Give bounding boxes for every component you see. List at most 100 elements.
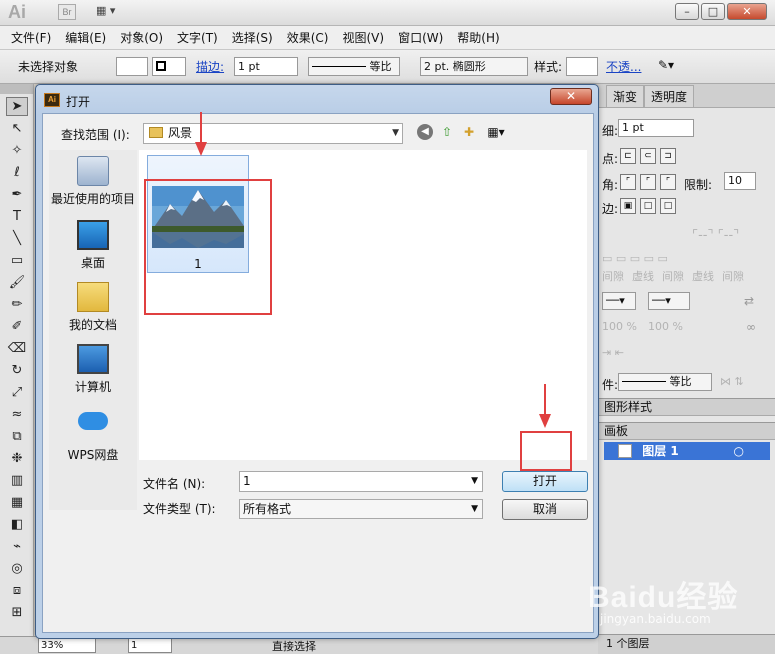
mesh-tool-icon[interactable]: ▦	[6, 493, 28, 512]
maximize-icon[interactable]: □	[701, 3, 725, 20]
rotate-tool-icon[interactable]: ↻	[6, 361, 28, 380]
variable-width-profile[interactable]: 等比	[308, 57, 400, 76]
blend-tool-icon[interactable]: ◎	[6, 559, 28, 578]
scale-tool-icon[interactable]: ⤢	[6, 383, 28, 402]
menu-item[interactable]: 窗口(W)	[391, 29, 450, 46]
artboards-tab[interactable]: 画板	[598, 422, 775, 440]
place-documents[interactable]: 我的文档	[49, 282, 137, 333]
pencil-tool-icon[interactable]: ✏	[6, 295, 28, 314]
dash-gap-label: 间隙	[662, 270, 684, 283]
arrowhead-end[interactable]: ──▾	[648, 292, 690, 310]
graphic-styles-tab[interactable]: 图形样式	[598, 398, 775, 416]
direct-selection-tool-icon[interactable]: ↖	[6, 119, 28, 138]
arrow-align-icons[interactable]: ⇥ ⇤	[602, 346, 624, 359]
profile-dropdown[interactable]: 等比	[618, 373, 712, 391]
flip-profile-icons[interactable]: ⋈ ⇅	[720, 375, 744, 388]
limit-field[interactable]: 10	[724, 172, 756, 190]
opacity-link[interactable]: 不透...	[606, 58, 641, 75]
link-scale-icon[interactable]: ∞	[746, 320, 756, 334]
menu-item[interactable]: 选择(S)	[225, 29, 280, 46]
back-icon[interactable]: ◀	[417, 124, 433, 140]
graph-tool-icon[interactable]: ▥	[6, 471, 28, 490]
place-desktop[interactable]: 桌面	[49, 220, 137, 271]
place-computer[interactable]: 计算机	[49, 344, 137, 395]
bevel-join-icon[interactable]: ⌜	[660, 174, 676, 190]
symbol-sprayer-tool-icon[interactable]: ❉	[6, 449, 28, 468]
round-cap-icon[interactable]: ⊂	[640, 148, 656, 164]
align-center-icon[interactable]: ▣	[620, 198, 636, 214]
look-in-label: 查找范围 (I):	[61, 128, 130, 142]
view-menu-icon[interactable]: ▦▾	[483, 124, 509, 140]
warp-tool-icon[interactable]: ≈	[6, 405, 28, 424]
place-recent[interactable]: 最近使用的项目	[49, 156, 137, 207]
tools-panel: ➤ ↖ ✧ ℓ ✒ T ╲ ▭ 🖌 ✏ ✐ ⌫ ↻ ⤢ ≈ ⧉ ❉ ▥ ▦ ◧ …	[0, 84, 34, 654]
filename-dropdown-icon[interactable]: ▼	[471, 472, 478, 491]
filetype-select[interactable]: 所有格式 ▼	[239, 499, 483, 519]
menu-item[interactable]: 编辑(E)	[58, 29, 113, 46]
eraser-tool-icon[interactable]: ⌫	[6, 339, 28, 358]
filename-input[interactable]: 1 ▼	[239, 471, 483, 492]
tools-grip[interactable]	[0, 84, 33, 94]
arrowhead-start[interactable]: ──▾	[602, 292, 636, 310]
up-folder-icon[interactable]: ⇧	[439, 124, 455, 140]
dash-gap-label: 虚线	[632, 270, 654, 283]
new-folder-icon[interactable]: ✚	[461, 124, 477, 140]
place-wps-cloud[interactable]: WPS网盘	[49, 406, 137, 463]
dialog-close-button[interactable]: ✕	[550, 88, 592, 105]
menu-item[interactable]: 文字(T)	[170, 29, 225, 46]
minimize-icon[interactable]: –	[675, 3, 699, 20]
close-icon[interactable]: ✕	[727, 3, 767, 20]
dash-preset-icons[interactable]: ⌜‐‐⌝ ⌜‐‐⌝	[692, 228, 739, 243]
brush-definition[interactable]: 2 pt. 椭圆形	[420, 57, 528, 76]
cancel-button[interactable]: 取消	[502, 499, 588, 520]
butt-cap-icon[interactable]: ⊏	[620, 148, 636, 164]
look-in-dropdown[interactable]: 风景 ▼	[143, 123, 403, 144]
eyedropper-tool-icon[interactable]: ⌁	[6, 537, 28, 556]
scale-end[interactable]: 100 %	[648, 320, 683, 333]
weight-field[interactable]: 1 pt	[618, 119, 694, 137]
slice-tool-icon[interactable]: ⧈	[6, 581, 28, 600]
miter-join-icon[interactable]: ⌜	[620, 174, 636, 190]
selection-tool-icon[interactable]: ➤	[6, 97, 28, 116]
rectangle-tool-icon[interactable]: ▭	[6, 251, 28, 270]
type-tool-icon[interactable]: T	[6, 207, 28, 226]
chevron-down-icon: ▼	[392, 128, 399, 138]
paintbrush-tool-icon[interactable]: 🖌	[6, 273, 28, 292]
style-swatch[interactable]	[566, 57, 598, 76]
panel-tab[interactable]: 透明度	[644, 85, 695, 107]
menu-item[interactable]: 对象(O)	[113, 29, 170, 46]
layer-target-icon[interactable]: ○	[734, 442, 744, 460]
artboard-tool-icon[interactable]: ⊞	[6, 603, 28, 622]
stroke-swatch[interactable]	[152, 57, 186, 76]
pen-tool-icon[interactable]: ✒	[6, 185, 28, 204]
round-join-icon[interactable]: ⌜	[640, 174, 656, 190]
menu-item[interactable]: 文件(F)	[4, 29, 58, 46]
square-cap-icon[interactable]: ⊐	[660, 148, 676, 164]
panel-tab[interactable]: 渐变	[606, 85, 645, 107]
free-transform-tool-icon[interactable]: ⧉	[6, 427, 28, 446]
menu-item[interactable]: 视图(V)	[335, 29, 391, 46]
artboard-nav-field[interactable]: 1	[128, 638, 172, 653]
zoom-field[interactable]: 33%	[38, 638, 96, 653]
recolor-icon[interactable]: ✎▾	[658, 58, 674, 72]
swap-arrowheads-icon[interactable]: ⇄	[744, 294, 754, 308]
stroke-weight-field[interactable]: 1 pt	[234, 57, 298, 76]
line-tool-icon[interactable]: ╲	[6, 229, 28, 248]
fill-swatch[interactable]	[116, 57, 148, 76]
align-inside-icon[interactable]: □	[640, 198, 656, 214]
lasso-tool-icon[interactable]: ℓ	[6, 163, 28, 182]
stroke-link[interactable]: 描边:	[196, 58, 224, 75]
layer-row[interactable]: 图层 1 ○	[604, 442, 770, 460]
magic-wand-tool-icon[interactable]: ✧	[6, 141, 28, 160]
menu-item[interactable]: 效果(C)	[280, 29, 336, 46]
menu-item[interactable]: 帮助(H)	[450, 29, 506, 46]
gradient-tool-icon[interactable]: ◧	[6, 515, 28, 534]
bridge-button[interactable]: Br	[58, 4, 76, 20]
dialog-titlebar[interactable]: Ai 打开 ✕	[36, 85, 598, 113]
highlight-box-open	[520, 431, 572, 471]
scale-start[interactable]: 100 %	[602, 320, 637, 333]
blob-brush-tool-icon[interactable]: ✐	[6, 317, 28, 336]
align-outside-icon[interactable]: □	[660, 198, 676, 214]
open-button[interactable]: 打开	[502, 471, 588, 492]
workspace-switcher[interactable]: ▦ ▾	[96, 4, 126, 20]
